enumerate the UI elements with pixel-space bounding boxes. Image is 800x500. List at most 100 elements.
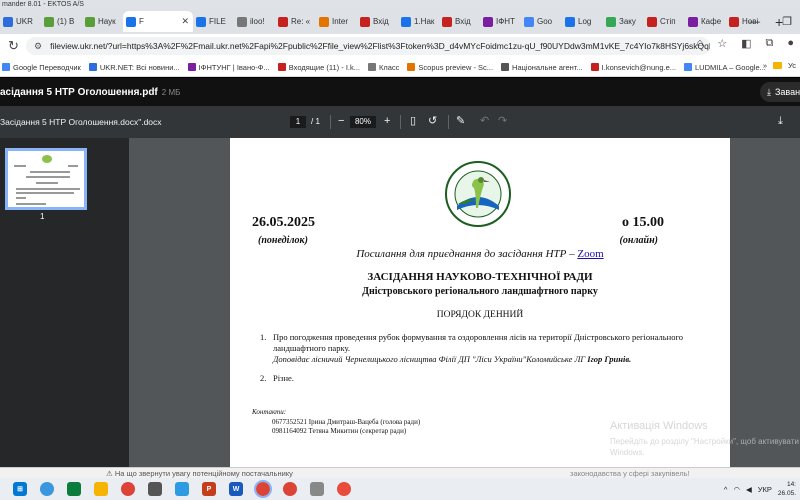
- annotate-icon[interactable]: ✎: [456, 114, 465, 128]
- site-info-icon[interactable]: ⚙: [34, 41, 42, 52]
- tab[interactable]: iloo!: [234, 11, 275, 32]
- tab-favicon-icon: [360, 16, 370, 27]
- chrome-profile2-icon[interactable]: [337, 482, 351, 496]
- page-total: / 1: [311, 117, 320, 126]
- footer-note[interactable]: ⚠ На що звернути увагу потенційному пост…: [106, 469, 293, 478]
- activation-title: Активація Windows: [610, 420, 708, 432]
- tab[interactable]: (1) В: [41, 11, 82, 32]
- tray-chevron-icon[interactable]: ^: [724, 485, 728, 494]
- tab-favicon-icon: [319, 16, 329, 27]
- tab[interactable]: Стіп: [644, 11, 685, 32]
- bookmark-item[interactable]: Scopus preview - Sc...: [407, 63, 493, 72]
- bookmarks-overflow-icon[interactable]: »: [763, 61, 767, 70]
- bookmark-favicon-icon: [368, 63, 376, 71]
- tab[interactable]: F ✕: [123, 11, 193, 32]
- bookmark-label: UKR.NET: Всі новини...: [99, 62, 180, 72]
- close-tab-icon[interactable]: ✕: [181, 16, 189, 27]
- park-logo: [445, 161, 511, 227]
- url-text[interactable]: fileview.ukr.net/?url=https%3A%2F%2Fmail…: [50, 41, 710, 51]
- powerpoint-icon[interactable]: P: [202, 482, 216, 496]
- bookmark-star-icon[interactable]: ☆: [717, 37, 727, 50]
- page-footer-strip: ⚠ На що звернути увагу потенційному пост…: [0, 467, 800, 478]
- tab[interactable]: Goo: [521, 11, 562, 32]
- bookmark-favicon-icon: [407, 63, 416, 71]
- download-button[interactable]: ⤓ Заван: [760, 82, 800, 102]
- bookmark-item[interactable]: ІФНТУНГ | Івано-Ф...: [187, 62, 270, 72]
- maximize-icon[interactable]: ❐: [782, 15, 792, 28]
- language-indicator[interactable]: УКР: [758, 485, 772, 494]
- chrome-profile-icon[interactable]: [283, 482, 297, 496]
- bookmark-item[interactable]: LUDMILA – Google...: [684, 63, 766, 72]
- tab[interactable]: Вхід: [439, 11, 480, 32]
- bookmark-item[interactable]: I.konsevich@nung.e...: [590, 63, 676, 72]
- tab-favicon-icon: [524, 16, 534, 27]
- zoom-in-button[interactable]: +: [384, 114, 390, 128]
- file-explorer-icon[interactable]: [94, 482, 108, 496]
- tab[interactable]: Log: [562, 11, 603, 32]
- bookmark-item[interactable]: UKR.NET: Всі новини...: [88, 62, 180, 72]
- bookmark-item[interactable]: Google Переводчик: [2, 63, 81, 72]
- tab[interactable]: Re: «: [275, 11, 316, 32]
- app-icon[interactable]: [310, 482, 324, 496]
- bookmark-item[interactable]: Класс: [368, 63, 399, 72]
- download-pdf-icon[interactable]: ⤓: [778, 114, 783, 128]
- chrome-active-icon[interactable]: [254, 480, 272, 498]
- omnibox[interactable]: ⚙ fileview.ukr.net/?url=https%3A%2F%2Fma…: [26, 37, 710, 55]
- undo-icon[interactable]: ↶: [480, 114, 489, 128]
- tab[interactable]: ІФНТ: [480, 11, 521, 32]
- rotate-icon[interactable]: ↺: [428, 114, 437, 128]
- tab[interactable]: UKR: [0, 11, 41, 32]
- tab[interactable]: Вхід: [357, 11, 398, 32]
- toolbar-divider: [400, 115, 401, 129]
- zoom-input[interactable]: 80%: [350, 116, 376, 128]
- minimize-icon[interactable]: —: [749, 16, 760, 28]
- telegram-icon[interactable]: [175, 482, 189, 496]
- document-title: Засідання 5 НТР Оголошення.docx".docx: [0, 117, 162, 127]
- tab[interactable]: Inter: [316, 11, 357, 32]
- tab-favicon-icon: [401, 16, 411, 27]
- profile-icon[interactable]: ●: [787, 37, 794, 50]
- wifi-icon[interactable]: ◠: [733, 485, 740, 494]
- translate-icon[interactable]: ⌂: [697, 37, 704, 50]
- zoom-link-line: Посилання для приєднання до засідання НТ…: [230, 248, 730, 260]
- edge-icon[interactable]: [67, 482, 81, 496]
- document-subheading: Дністровського регіонального ландшафтног…: [362, 286, 598, 297]
- agenda-item: 1. Про погодження проведення рубок форму…: [260, 332, 710, 365]
- zoom-out-button[interactable]: −: [338, 114, 344, 128]
- chrome-icon[interactable]: [121, 482, 135, 496]
- fit-page-icon[interactable]: ▯: [410, 114, 416, 128]
- start-icon[interactable]: ⊞: [13, 482, 27, 496]
- taskbar: ⊞ P W ^ ◠ ◀ УКР 14: 26.05.: [0, 478, 800, 500]
- file-name: асідання 5 НТР Оголошення.pdf: [0, 86, 158, 98]
- toolbar-divider: [330, 115, 331, 129]
- all-bookmarks-label[interactable]: Ус: [788, 61, 796, 70]
- tab[interactable]: Заку: [603, 11, 644, 32]
- word-icon[interactable]: W: [229, 482, 243, 496]
- bookmark-item[interactable]: Національне агент...: [501, 63, 583, 72]
- meeting-date: 26.05.2025: [252, 215, 315, 230]
- tab[interactable]: FILE: [193, 11, 234, 32]
- footer-note-right[interactable]: законодавства у сфері закупівель!: [570, 469, 690, 478]
- tab[interactable]: Кафе: [685, 11, 726, 32]
- meeting-time: о 15.00: [622, 215, 664, 230]
- redo-icon[interactable]: ↷: [498, 114, 507, 128]
- clock[interactable]: 14: 26.05.: [778, 480, 796, 498]
- reload-icon[interactable]: ↻: [8, 38, 22, 54]
- tab-favicon-icon: [729, 16, 739, 27]
- tab[interactable]: Наук: [82, 11, 123, 32]
- activation-text: Перейдіть до розділу "Настройки", щоб ак…: [610, 437, 799, 457]
- page-thumbnail[interactable]: [5, 148, 87, 210]
- page-number-input[interactable]: 1: [290, 116, 306, 128]
- volume-icon[interactable]: ◀: [746, 485, 752, 494]
- widgets-icon[interactable]: [40, 482, 54, 496]
- bookmark-label: ІФНТУНГ | Івано-Ф...: [198, 62, 270, 72]
- tab-favicon-icon: [606, 16, 616, 27]
- bookmark-label: Google Переводчик: [13, 62, 81, 72]
- zoom-link[interactable]: Zoom: [577, 248, 603, 260]
- calculator-icon[interactable]: [148, 482, 162, 496]
- extensions-icon[interactable]: ◧: [741, 37, 751, 50]
- split-view-icon[interactable]: ⧉: [765, 37, 773, 50]
- tab[interactable]: 1.Нак: [398, 11, 439, 32]
- bookmark-item[interactable]: Входящие (11) - I.k...: [277, 63, 360, 72]
- bookmark-label: Класс: [379, 62, 400, 72]
